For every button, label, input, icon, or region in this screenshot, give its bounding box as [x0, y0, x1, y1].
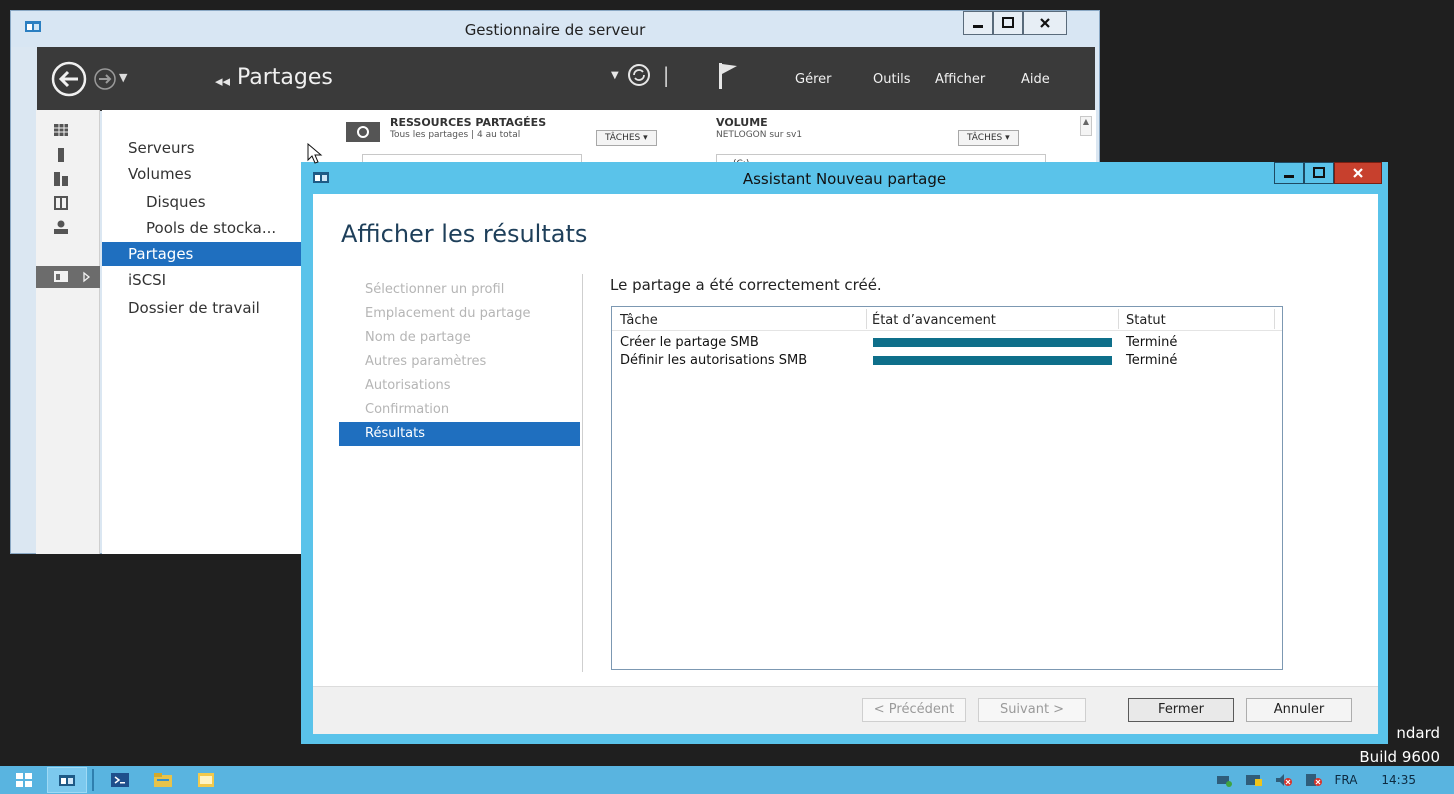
nav-volumes[interactable]: Volumes	[102, 162, 312, 186]
users-icon[interactable]	[54, 220, 68, 234]
close-button[interactable]	[1023, 11, 1067, 35]
forward-arrow-icon[interactable]	[93, 67, 117, 95]
wizard-maximize-button[interactable]	[1304, 162, 1334, 184]
column-separator	[1118, 309, 1119, 329]
shared-resources-subtitle: Tous les partages | 4 au total	[390, 130, 521, 140]
next-button[interactable]: Suivant >	[978, 698, 1086, 722]
shared-resources-title: RESSOURCES PARTAGÉES	[390, 116, 547, 129]
nav-pools[interactable]: Pools de stocka...	[102, 216, 312, 240]
nav-serveurs[interactable]: Serveurs	[102, 136, 312, 160]
cancel-button[interactable]: Annuler	[1246, 698, 1352, 722]
nav-disques[interactable]: Disques	[102, 190, 312, 214]
row-status: Terminé	[1126, 335, 1178, 350]
row-task: Définir les autorisations SMB	[620, 353, 808, 368]
column-header-statut[interactable]: Statut	[1126, 311, 1166, 331]
progress-bar	[873, 356, 1112, 365]
wizard-title: Assistant Nouveau partage	[742, 170, 947, 188]
back-arrow-icon[interactable]	[51, 61, 87, 101]
wizard-footer: < Précédent Suivant > Fermer Annuler	[313, 686, 1378, 734]
column-separator	[866, 309, 867, 329]
wizard-minimize-button[interactable]	[1274, 162, 1304, 184]
start-icon[interactable]	[4, 767, 44, 793]
step-profil: Sélectionner un profil	[365, 282, 505, 297]
step-autorisations: Autorisations	[365, 378, 451, 393]
wizard-heading: Afficher les résultats	[341, 220, 588, 248]
clock[interactable]: 14:35	[1381, 773, 1416, 787]
wizard-titlebar: Assistant Nouveau partage	[301, 162, 1388, 194]
previous-button[interactable]: < Précédent	[862, 698, 966, 722]
folder-icon[interactable]	[186, 767, 226, 793]
menu-afficher[interactable]: Afficher	[935, 47, 985, 111]
content-scrollbar[interactable]: ▲	[1080, 116, 1092, 136]
volume-tasks-button[interactable]: TÂCHES ▾	[958, 130, 1019, 146]
row-status: Terminé	[1126, 353, 1178, 368]
menu-outils[interactable]: Outils	[873, 47, 911, 111]
step-nom: Nom de partage	[365, 330, 471, 345]
volume-muted-icon[interactable]	[1274, 772, 1294, 788]
step-resultats[interactable]: Résultats	[339, 422, 580, 446]
nav-iscsi[interactable]: iSCSI	[102, 268, 312, 292]
wizard-close-button[interactable]	[1334, 162, 1382, 184]
taskbar: FRA 14:35	[0, 766, 1454, 794]
input-language-indicator[interactable]: FRA	[1334, 773, 1357, 787]
file-explorer-icon[interactable]	[143, 767, 183, 793]
server-manager-toolbar: ▼ ◂◂ Partages ▼ | Gérer Outils Afficher …	[37, 47, 1095, 111]
progress-bar-fill	[873, 356, 1112, 365]
all-servers-icon[interactable]	[54, 172, 68, 186]
resources-tasks-label: TÂCHES	[605, 133, 641, 143]
new-share-wizard: Assistant Nouveau partage Afficher les r…	[301, 162, 1388, 744]
server-manager-icon[interactable]	[47, 767, 87, 793]
os-build-watermark: Build 9600	[1359, 748, 1440, 766]
notifications-flag-icon[interactable]	[717, 61, 739, 95]
menu-gerer[interactable]: Gérer	[795, 47, 831, 111]
header-divider	[612, 330, 1282, 331]
step-autres-parametres: Autres paramètres	[365, 354, 487, 369]
taskbar-separator	[92, 769, 94, 791]
volume-tasks-label: TÂCHES	[967, 133, 1003, 143]
shares-selected-icon[interactable]	[36, 266, 100, 288]
breadcrumb-arrow-icon: ◂◂	[215, 72, 231, 90]
breadcrumb: Partages	[237, 65, 333, 90]
os-edition-watermark: ndard	[1396, 724, 1440, 742]
history-dropdown-icon[interactable]: ▼	[119, 71, 127, 84]
local-server-icon[interactable]	[54, 148, 68, 162]
volume-subtitle: NETLOGON sur sv1	[716, 130, 803, 140]
results-table: Tâche État d’avancement Statut Créer le …	[611, 306, 1283, 670]
row-task: Créer le partage SMB	[620, 335, 759, 350]
mouse-cursor-icon	[307, 142, 323, 169]
powershell-icon[interactable]	[100, 767, 140, 793]
step-confirmation: Confirmation	[365, 402, 450, 417]
file-services-icon[interactable]	[54, 196, 68, 210]
dashboard-icon[interactable]	[54, 124, 68, 138]
action-center-icon[interactable]	[1244, 772, 1264, 788]
column-header-etat[interactable]: État d’avancement	[872, 311, 996, 331]
maximize-button[interactable]	[993, 11, 1023, 35]
server-manager-title: Gestionnaire de serveur	[464, 21, 646, 39]
server-manager-nav: Serveurs Volumes Disques Pools de stocka…	[102, 110, 312, 554]
refresh-icon[interactable]: ▼ |	[611, 63, 669, 87]
wizard-divider	[582, 274, 583, 672]
table-row[interactable]: Créer le partage SMB Terminé	[612, 334, 1282, 352]
volume-title: VOLUME	[716, 116, 768, 129]
network-error-icon[interactable]	[1304, 772, 1324, 788]
server-manager-titlebar: Gestionnaire de serveur	[11, 11, 1099, 47]
network-icon[interactable]	[1214, 772, 1234, 788]
system-tray: FRA 14:35	[1214, 766, 1454, 794]
column-separator	[1274, 309, 1275, 329]
wizard-body: Afficher les résultats Sélectionner un p…	[313, 194, 1378, 734]
step-emplacement: Emplacement du partage	[365, 306, 531, 321]
resources-tasks-button[interactable]: TÂCHES ▾	[596, 130, 657, 146]
column-header-tache[interactable]: Tâche	[620, 311, 658, 331]
server-manager-icon-strip	[36, 110, 100, 554]
nav-partages[interactable]: Partages	[102, 242, 312, 266]
shared-resources-icon	[346, 122, 380, 146]
success-message: Le partage a été correctement créé.	[610, 276, 882, 294]
menu-aide[interactable]: Aide	[1021, 47, 1050, 111]
table-row[interactable]: Définir les autorisations SMB Terminé	[612, 352, 1282, 370]
progress-bar-fill	[873, 338, 1112, 347]
close-wizard-button[interactable]: Fermer	[1128, 698, 1234, 722]
minimize-button[interactable]	[963, 11, 993, 35]
nav-dossier-travail[interactable]: Dossier de travail	[102, 296, 312, 320]
progress-bar	[873, 338, 1112, 347]
